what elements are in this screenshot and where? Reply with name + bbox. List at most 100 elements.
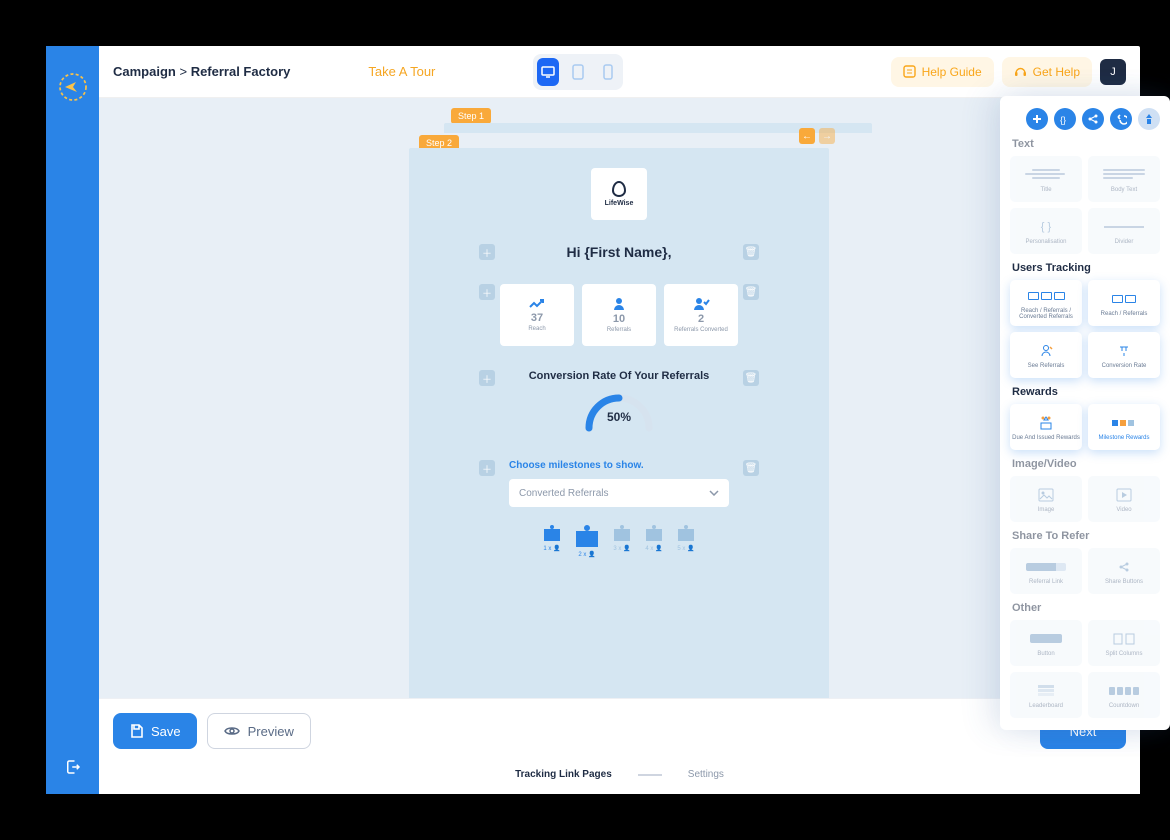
tab-tracking-pages[interactable]: Tracking Link Pages (515, 769, 612, 780)
lbl: Split Columns (1105, 651, 1142, 657)
comp-divider[interactable]: Divider (1088, 208, 1160, 254)
device-switcher (533, 54, 623, 90)
add-block-icon[interactable]: ＋ (479, 244, 495, 260)
lbl: Body Text (1111, 187, 1137, 193)
tool-code-icon[interactable]: {} (1054, 108, 1076, 130)
stat-converted-value: 2 (698, 313, 704, 325)
comp-referral-link[interactable]: Referral Link (1010, 548, 1082, 594)
device-tablet-icon[interactable] (567, 58, 589, 86)
m-lbl: 3 x 👤 (613, 545, 630, 552)
nav-prev-button[interactable]: ← (799, 128, 815, 144)
delete-block-icon[interactable]: 🗑 (743, 370, 759, 386)
comp-image[interactable]: Image (1010, 476, 1082, 522)
milestone-5: 5 x 👤 (675, 521, 697, 558)
chevron-down-icon (709, 490, 719, 496)
breadcrumb-b[interactable]: Referral Factory (191, 64, 291, 79)
comp-see-referrals[interactable]: See Referrals (1010, 332, 1082, 378)
section-rewards: Rewards (1012, 386, 1160, 398)
lbl: Leaderboard (1029, 703, 1063, 709)
delete-block-icon[interactable]: 🗑 (743, 244, 759, 260)
section-users-tracking: Users Tracking (1012, 262, 1160, 274)
breadcrumb: Campaign > Referral Factory (113, 64, 290, 79)
milestone-1: 1 x 👤 (541, 521, 563, 558)
comp-leaderboard[interactable]: Leaderboard (1010, 672, 1082, 718)
add-block-icon[interactable]: ＋ (479, 460, 495, 476)
drop-icon (612, 181, 626, 197)
tool-share-icon[interactable] (1082, 108, 1104, 130)
comp-personalisation[interactable]: { }Personalisation (1010, 208, 1082, 254)
comp-share-buttons[interactable]: Share Buttons (1088, 548, 1160, 594)
preview-button[interactable]: Preview (207, 713, 311, 749)
lbl: Image (1038, 507, 1055, 513)
tool-undo-icon[interactable] (1110, 108, 1132, 130)
comp-due-issued-rewards[interactable]: Due And Issued Rewards (1010, 404, 1082, 450)
exit-icon[interactable] (64, 758, 82, 776)
tool-theme-icon[interactable] (1138, 108, 1160, 130)
brand-logo: LifeWise (591, 168, 647, 220)
comp-title[interactable]: Title (1010, 156, 1082, 202)
lbl: Conversion Rate (1102, 363, 1147, 369)
comp-rr[interactable]: Reach / Referrals (1088, 280, 1160, 326)
greeting-text: Hi {First Name}, (473, 244, 765, 260)
lbl: Button (1037, 651, 1054, 657)
sidebar-rail (46, 46, 99, 794)
device-mobile-icon[interactable] (597, 58, 619, 86)
nav-next-button[interactable]: → (819, 128, 835, 144)
topbar: Campaign > Referral Factory Take A Tour … (99, 46, 1140, 98)
comp-countdown[interactable]: Countdown (1088, 672, 1160, 718)
save-label: Save (151, 724, 181, 739)
section-other: Other (1012, 602, 1160, 614)
comp-rrc[interactable]: Reach / Referrals / Converted Referrals (1010, 280, 1082, 326)
svg-text:{}: {} (1060, 115, 1066, 125)
lbl: Reach / Referrals / Converted Referrals (1010, 308, 1082, 320)
help-guide-button[interactable]: Help Guide (891, 57, 994, 87)
m-lbl: 4 x 👤 (645, 545, 662, 552)
add-block-icon[interactable]: ＋ (479, 370, 495, 386)
save-button[interactable]: Save (113, 713, 197, 749)
milestones-select[interactable]: Converted Referrals (509, 479, 729, 507)
m-lbl: 2 x 👤 (578, 551, 595, 558)
tool-add-icon[interactable] (1026, 108, 1048, 130)
tab-settings[interactable]: Settings (688, 769, 724, 780)
conversion-title: Conversion Rate Of Your Referrals (473, 370, 765, 382)
stat-reach: 37 Reach (500, 284, 574, 346)
conversion-pct: 50% (581, 410, 657, 424)
stat-converted-label: Referrals Converted (674, 327, 728, 333)
lbl: Countdown (1109, 703, 1139, 709)
stat-referrals: 10 Referrals (582, 284, 656, 346)
delete-block-icon[interactable]: 🗑 (743, 284, 759, 300)
stat-reach-label: Reach (528, 326, 545, 332)
breadcrumb-a[interactable]: Campaign (113, 64, 176, 79)
comp-button[interactable]: Button (1010, 620, 1082, 666)
canvas-area: Step 1 Step 2 ← → LifeWise ＋ 🗑 Hi {Firs (99, 98, 1140, 794)
lbl: Personalisation (1025, 239, 1066, 245)
delete-block-icon[interactable]: 🗑 (743, 460, 759, 476)
milestone-2: 2 x 👤 (573, 521, 601, 558)
lbl: Divider (1115, 239, 1134, 245)
lbl: Title (1040, 187, 1051, 193)
comp-milestone-rewards[interactable]: Milestone Rewards (1088, 404, 1160, 450)
milestones-select-value: Converted Referrals (519, 488, 608, 499)
comp-conversion-rate[interactable]: Conversion Rate (1088, 332, 1160, 378)
step1-tag[interactable]: Step 1 (451, 108, 491, 124)
preview-label: Preview (248, 724, 294, 739)
lbl: Due And Issued Rewards (1012, 435, 1080, 441)
comp-body-text[interactable]: Body Text (1088, 156, 1160, 202)
milestones-title: Choose milestones to show. (509, 460, 765, 471)
breadcrumb-sep: > (179, 64, 187, 79)
get-help-button[interactable]: Get Help (1002, 57, 1092, 87)
device-desktop-icon[interactable] (537, 58, 559, 86)
avatar[interactable]: J (1100, 59, 1126, 85)
brand-name: LifeWise (605, 200, 634, 207)
milestone-4: 4 x 👤 (643, 521, 665, 558)
take-tour-link[interactable]: Take A Tour (368, 64, 435, 79)
app-logo-icon (56, 70, 90, 104)
milestone-3: 3 x 👤 (611, 521, 633, 558)
add-block-icon[interactable]: ＋ (479, 284, 495, 300)
comp-split-columns[interactable]: Split Columns (1088, 620, 1160, 666)
comp-video[interactable]: Video (1088, 476, 1160, 522)
help-guide-label: Help Guide (922, 65, 982, 79)
progress-dash (638, 774, 662, 776)
stat-converted: 2 Referrals Converted (664, 284, 738, 346)
footer-bar: Save Preview Next Tracking Link Pages Se… (99, 698, 1140, 794)
